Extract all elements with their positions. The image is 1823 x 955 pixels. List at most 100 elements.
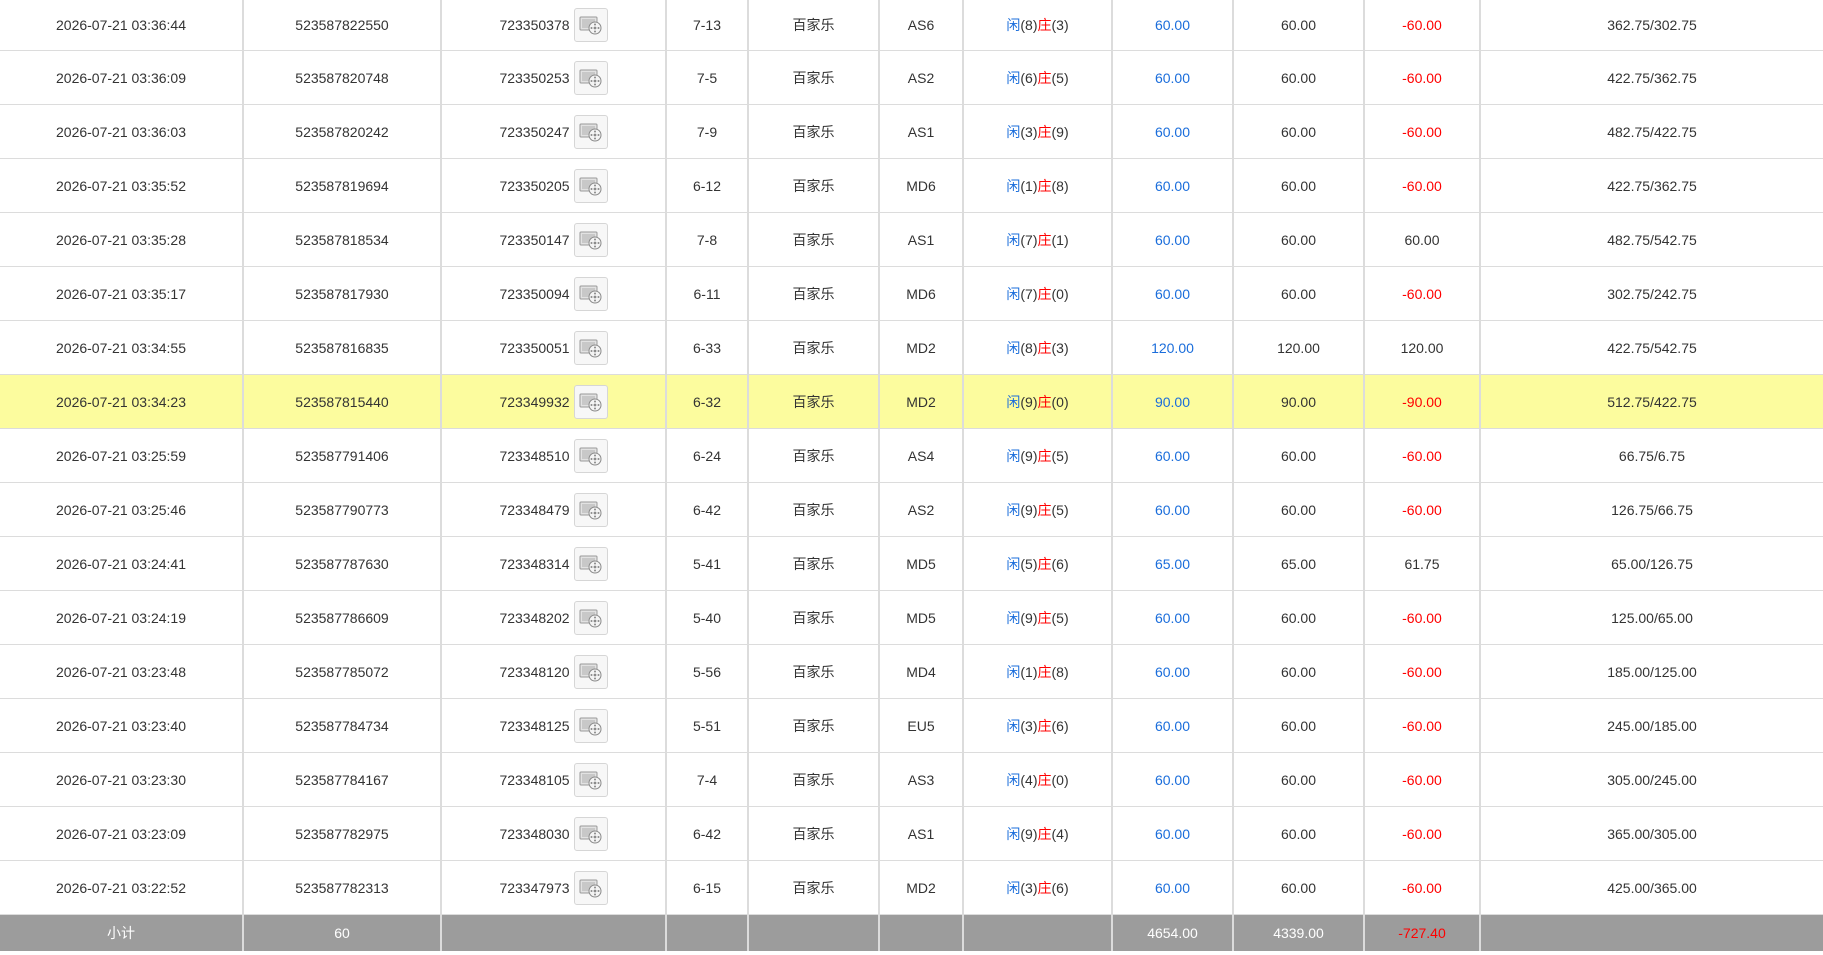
player-score: 4 bbox=[1025, 771, 1033, 788]
video-replay-icon[interactable] bbox=[573, 492, 608, 527]
video-replay-icon[interactable] bbox=[573, 384, 608, 419]
balance: 65.00/126.75 bbox=[1480, 536, 1823, 591]
banker-label: 庄 bbox=[1037, 717, 1052, 734]
game-type: 百家乐 bbox=[748, 752, 880, 807]
game-id: 723350147 bbox=[499, 231, 570, 248]
game-id-cell: 723348125 bbox=[441, 698, 667, 753]
game-id: 723350051 bbox=[499, 339, 570, 356]
video-replay-icon[interactable] bbox=[573, 276, 608, 311]
game-id-cell: 723350094 bbox=[441, 266, 667, 321]
bet-amount: 60.00 bbox=[1112, 0, 1234, 51]
valid-bet: 60.00 bbox=[1233, 428, 1365, 483]
banker-score: 5 bbox=[1056, 609, 1064, 626]
player-label: 闲 bbox=[1006, 339, 1021, 356]
video-replay-icon[interactable] bbox=[573, 438, 608, 473]
table-row: 2026-07-21 03:36:44 523587822550 723350378… bbox=[0, 0, 1823, 51]
balance: 512.75/422.75 bbox=[1480, 374, 1823, 429]
result-cell: 闲(9)庄(5) bbox=[963, 428, 1113, 483]
valid-bet: 60.00 bbox=[1233, 860, 1365, 915]
balance: 125.00/65.00 bbox=[1480, 590, 1823, 645]
player-score: 3 bbox=[1025, 123, 1033, 140]
subtotal-empty bbox=[963, 914, 1113, 951]
result-cell: 闲(9)庄(5) bbox=[963, 590, 1113, 645]
video-replay-icon[interactable] bbox=[573, 8, 608, 42]
bet-id: 523587817930 bbox=[243, 266, 442, 321]
game-type: 百家乐 bbox=[748, 590, 880, 645]
game-id: 723347973 bbox=[499, 879, 570, 896]
table-row: 2026-07-21 03:36:03 523587820242 723350247… bbox=[0, 104, 1823, 159]
bet-amount: 60.00 bbox=[1112, 266, 1234, 321]
result-cell: 闲(9)庄(4) bbox=[963, 806, 1113, 861]
win-loss: -60.00 bbox=[1364, 50, 1481, 105]
valid-bet: 60.00 bbox=[1233, 698, 1365, 753]
bet-time: 2026-07-21 03:35:28 bbox=[0, 212, 244, 267]
video-replay-icon[interactable] bbox=[573, 168, 608, 203]
game-type: 百家乐 bbox=[748, 644, 880, 699]
video-replay-icon[interactable] bbox=[573, 762, 608, 797]
video-replay-icon[interactable] bbox=[573, 708, 608, 743]
subtotal-valid-bet: 4339.00 bbox=[1233, 914, 1365, 951]
subtotal-label: 小计 bbox=[0, 914, 244, 951]
game-type: 百家乐 bbox=[748, 374, 880, 429]
video-replay-icon[interactable] bbox=[573, 816, 608, 851]
game-id: 723350253 bbox=[499, 69, 570, 86]
shoe-round: 7-13 bbox=[666, 0, 749, 51]
result-cell: 闲(1)庄(8) bbox=[963, 644, 1113, 699]
bet-time: 2026-07-21 03:22:52 bbox=[0, 860, 244, 915]
table-code: AS3 bbox=[879, 752, 964, 807]
table-code: MD5 bbox=[879, 590, 964, 645]
result-cell: 闲(7)庄(0) bbox=[963, 266, 1113, 321]
subtotal-count: 60 bbox=[243, 914, 442, 951]
game-id: 723349932 bbox=[499, 393, 570, 410]
player-score: 6 bbox=[1025, 69, 1033, 86]
win-loss: 61.75 bbox=[1364, 536, 1481, 591]
valid-bet: 60.00 bbox=[1233, 482, 1365, 537]
player-score: 7 bbox=[1025, 285, 1033, 302]
bet-amount: 60.00 bbox=[1112, 428, 1234, 483]
video-replay-icon[interactable] bbox=[573, 114, 608, 149]
shoe-round: 6-12 bbox=[666, 158, 749, 213]
subtotal-empty bbox=[441, 914, 667, 951]
table-row: 2026-07-21 03:36:09 523587820748 723350253… bbox=[0, 50, 1823, 105]
video-replay-icon[interactable] bbox=[573, 546, 608, 581]
video-replay-icon[interactable] bbox=[573, 654, 608, 689]
table-body: 2026-07-21 03:36:44 523587822550 723350378… bbox=[0, 0, 1823, 915]
bet-records-table: 2026-07-21 03:36:44 523587822550 723350378… bbox=[0, 0, 1823, 951]
balance: 365.00/305.00 bbox=[1480, 806, 1823, 861]
bet-id: 523587791406 bbox=[243, 428, 442, 483]
table-row: 2026-07-21 03:23:48 523587785072 723348120… bbox=[0, 644, 1823, 699]
player-label: 闲 bbox=[1006, 123, 1021, 140]
result-cell: 闲(3)庄(6) bbox=[963, 698, 1113, 753]
banker-label: 庄 bbox=[1037, 285, 1052, 302]
video-replay-icon[interactable] bbox=[573, 60, 608, 95]
game-type: 百家乐 bbox=[748, 860, 880, 915]
bet-amount: 60.00 bbox=[1112, 212, 1234, 267]
valid-bet: 65.00 bbox=[1233, 536, 1365, 591]
banker-score: 0 bbox=[1056, 285, 1064, 302]
player-label: 闲 bbox=[1006, 879, 1021, 896]
banker-label: 庄 bbox=[1037, 123, 1052, 140]
player-score: 3 bbox=[1025, 879, 1033, 896]
bet-id: 523587784734 bbox=[243, 698, 442, 753]
bet-time: 2026-07-21 03:23:40 bbox=[0, 698, 244, 753]
video-replay-icon[interactable] bbox=[573, 600, 608, 635]
player-score: 9 bbox=[1025, 825, 1033, 842]
video-replay-icon[interactable] bbox=[573, 330, 608, 365]
game-id: 723348510 bbox=[499, 447, 570, 464]
game-type: 百家乐 bbox=[748, 806, 880, 861]
balance: 425.00/365.00 bbox=[1480, 860, 1823, 915]
shoe-round: 7-4 bbox=[666, 752, 749, 807]
table-row: 2026-07-21 03:35:28 523587818534 723350147… bbox=[0, 212, 1823, 267]
table-code: AS2 bbox=[879, 482, 964, 537]
table-code: AS6 bbox=[879, 0, 964, 51]
video-replay-icon[interactable] bbox=[573, 870, 608, 905]
table-code: MD5 bbox=[879, 536, 964, 591]
result-cell: 闲(3)庄(6) bbox=[963, 860, 1113, 915]
game-type: 百家乐 bbox=[748, 50, 880, 105]
game-id: 723348105 bbox=[499, 771, 570, 788]
player-label: 闲 bbox=[1006, 501, 1021, 518]
bet-time: 2026-07-21 03:24:41 bbox=[0, 536, 244, 591]
video-replay-icon[interactable] bbox=[573, 222, 608, 257]
result-cell: 闲(1)庄(8) bbox=[963, 158, 1113, 213]
bet-time: 2026-07-21 03:34:23 bbox=[0, 374, 244, 429]
